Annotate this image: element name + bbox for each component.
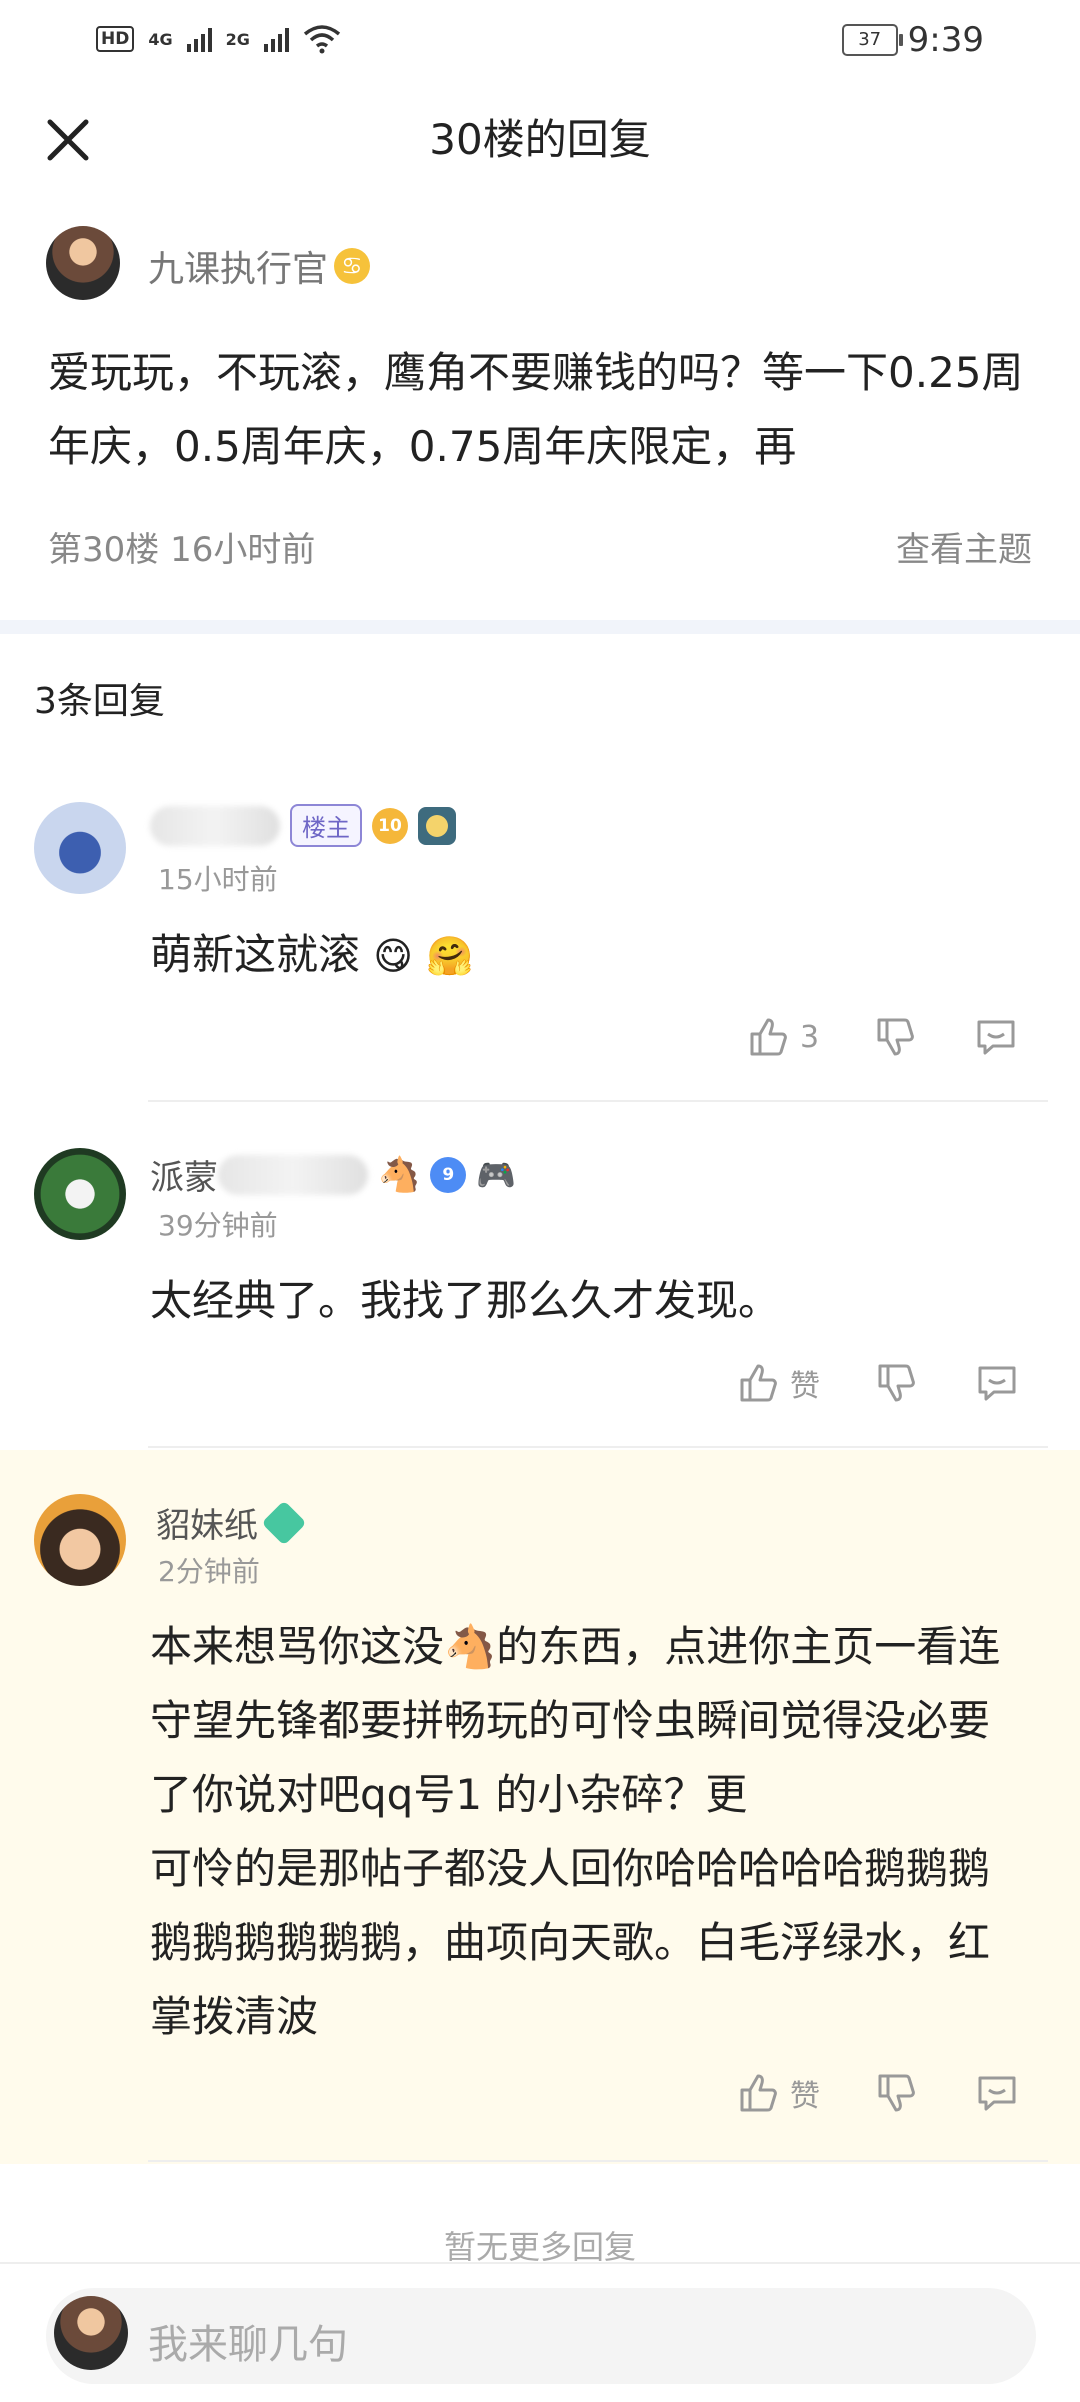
reply-line: 可怜的是那帖子都没人回你哈哈哈哈哈鹅鹅鹅 (150, 1844, 991, 1893)
like-button[interactable]: 3 (746, 1014, 819, 1060)
reply-name-row: 派蒙 🐴 9 🎮 (150, 1150, 516, 1199)
sim1-type: 4G (148, 29, 173, 49)
status-left: HD 4G 2G (96, 22, 341, 56)
reply-line: 了你说对吧qq号1 的小杂碎？更 (150, 1770, 748, 1819)
status-right: 37 9:39 (841, 20, 984, 60)
reply-text: 萌新这就滚 (150, 930, 361, 979)
thumb-down-icon (877, 1018, 914, 1056)
like-label: 赞 (790, 1369, 820, 1404)
reply-avatar[interactable] (34, 1494, 126, 1586)
reply-time: 39分钟前 (158, 1209, 278, 1242)
level-badge-icon: 10 (372, 807, 408, 844)
like-button[interactable]: 赞 (736, 2070, 820, 2116)
thumb-up-icon (750, 1018, 787, 1056)
medal-badge-icon (418, 806, 456, 845)
level-badge-icon (261, 1499, 307, 1546)
thumb-down-icon (878, 1364, 915, 1402)
reply-separator (148, 1100, 1048, 1102)
yum-emoji-icon: 😋 (373, 934, 413, 978)
reply-content: 太经典了。我找了那么久才发现。 (150, 1276, 781, 1325)
battery-icon: 37 (841, 24, 903, 56)
comment-icon (978, 2076, 1016, 2111)
page-title: 30楼的回复 (429, 115, 651, 164)
reply-separator (148, 1446, 1048, 1448)
signal-icon (186, 26, 212, 52)
reply-separator (148, 2160, 1048, 2162)
thumb-down-icon (878, 2074, 915, 2112)
blurred-username[interactable] (150, 805, 280, 846)
hd-indicator: HD (96, 26, 135, 52)
reply-time: 15小时前 (158, 863, 278, 896)
my-avatar (54, 2296, 128, 2370)
author-name[interactable]: 九课执行官 (148, 240, 328, 292)
dislike-button[interactable] (874, 2070, 920, 2116)
zodiac-badge-icon: ♋ (334, 248, 371, 284)
reply-avatar[interactable] (34, 1148, 126, 1240)
reply-avatar[interactable] (34, 802, 126, 894)
reply-content: 萌新这就滚 😋 🤗 (150, 918, 474, 992)
reply-time: 2分钟前 (158, 1555, 260, 1588)
dislike-button[interactable] (873, 1014, 919, 1060)
reply-actions: 3 (746, 1014, 1019, 1060)
comment-icon (977, 1020, 1015, 1055)
like-label: 赞 (790, 2079, 820, 2114)
gamepad-badge-icon: 🎮 (476, 1155, 517, 1194)
post-content: 爱玩玩，不玩滚，鹰角不要赚钱的吗？等一下0.25周年庆，0.5周年庆，0.75周… (48, 348, 1024, 471)
reply-line: 本来想骂你这没🐴的东西，点进你主页一看连 (150, 1622, 1001, 1671)
like-count: 3 (800, 1019, 820, 1055)
reply-name-row: 楼主 10 (150, 804, 456, 847)
comment-input-placeholder[interactable]: 我来聊几句 (148, 2312, 348, 2370)
view-topic-link[interactable]: 查看主题 (896, 522, 1032, 571)
clock: 9:39 (907, 20, 984, 60)
blurred-username (218, 1154, 368, 1195)
reply-username[interactable]: 派蒙 (150, 1150, 218, 1199)
like-button[interactable]: 赞 (736, 1360, 820, 1406)
reply-line: 鹅鹅鹅鹅鹅鹅，曲项向天歌。白毛浮绿水，红 (150, 1918, 991, 1967)
reply-line: 守望先锋都要拼畅玩的可怜虫瞬间觉得没必要 (150, 1696, 991, 1745)
section-divider (0, 620, 1080, 634)
comment-icon (978, 1366, 1016, 1401)
reply-actions: 赞 (736, 2070, 1020, 2116)
reply-button[interactable] (974, 2070, 1020, 2116)
reply-button[interactable] (974, 1360, 1020, 1406)
replies-count: 3条回复 (34, 681, 165, 722)
sim2-type: 2G (225, 29, 250, 49)
thumb-up-icon (740, 1364, 777, 1402)
reply-content: 本来想骂你这没🐴的东西，点进你主页一看连 守望先锋都要拼畅玩的可怜虫瞬间觉得没必… (150, 1610, 1050, 2054)
level-badge-icon: 9 (430, 1156, 467, 1193)
owner-tag: 楼主 (290, 804, 362, 847)
author-name-row[interactable]: 九课执行官 ♋ (148, 240, 371, 292)
reply-line: 掌拨清波 (150, 1992, 319, 2041)
dislike-button[interactable] (874, 1360, 920, 1406)
author-avatar[interactable] (46, 226, 120, 300)
horse-emoji-icon: 🐴 (378, 1154, 421, 1195)
thumb-up-icon (740, 2074, 777, 2112)
hug-emoji-icon: 🤗 (426, 934, 474, 978)
reply-button[interactable] (973, 1014, 1019, 1060)
status-bar: HD 4G 2G 37 9:39 (0, 0, 1080, 78)
floor-and-time: 第30楼 16小时前 (48, 530, 316, 570)
signal-icon-2 (263, 26, 289, 52)
wifi-icon (303, 25, 340, 54)
reply-name-row: 貂妹纸 (156, 1498, 307, 1547)
reply-actions: 赞 (736, 1360, 1020, 1406)
reply-username[interactable]: 貂妹纸 (156, 1498, 258, 1547)
